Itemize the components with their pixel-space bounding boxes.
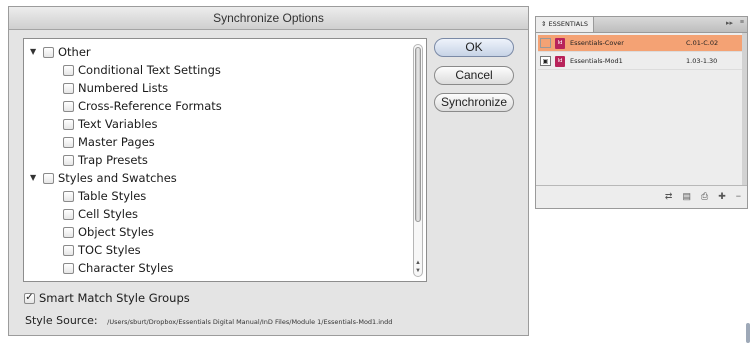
tree-item[interactable]: Object Styles xyxy=(63,223,154,241)
panel-tab-label: ESSENTIALS xyxy=(548,20,588,28)
checkbox[interactable] xyxy=(63,208,74,220)
tree-label: Numbered Lists xyxy=(78,81,169,95)
document-name: Essentials-Cover xyxy=(570,39,624,47)
scroll-up-arrow-icon[interactable]: ▲ xyxy=(414,260,422,266)
indesign-doc-icon: Id xyxy=(555,55,565,67)
scrollbar-thumb[interactable] xyxy=(415,47,421,222)
checkbox[interactable] xyxy=(63,262,74,274)
checkbox[interactable] xyxy=(63,190,74,202)
remove-document-icon[interactable]: − xyxy=(736,191,741,202)
tree-group-other[interactable]: ▼ Other xyxy=(30,43,91,61)
tree-label: Cell Styles xyxy=(78,207,139,221)
smart-match-checkbox[interactable]: ✓ xyxy=(24,292,35,304)
checkbox[interactable] xyxy=(43,172,54,184)
disclosure-triangle-icon[interactable]: ▼ xyxy=(30,169,38,187)
checkbox[interactable] xyxy=(43,46,54,58)
tree-label: Table Styles xyxy=(78,189,147,203)
checkbox[interactable] xyxy=(63,136,74,148)
checkbox[interactable] xyxy=(63,226,74,238)
smart-match-option[interactable]: ✓ Smart Match Style Groups xyxy=(24,291,190,305)
tree-item[interactable]: Table Styles xyxy=(63,187,146,205)
print-book-icon[interactable]: ⎙ xyxy=(701,191,708,202)
smart-match-label: Smart Match Style Groups xyxy=(39,291,190,305)
ok-button[interactable]: OK xyxy=(434,38,514,57)
checkbox[interactable] xyxy=(63,244,74,256)
book-document-row[interactable]: Id Essentials-Cover C.01-C.02 xyxy=(538,35,745,52)
tree-item[interactable]: Numbered Lists xyxy=(63,79,168,97)
synchronize-button[interactable]: Synchronize xyxy=(434,93,514,112)
book-panel: ⇕ ESSENTIALS ▸▸ ≡ Id Essentials-Cover C.… xyxy=(535,16,748,209)
tree-label: Conditional Text Settings xyxy=(78,63,221,77)
tree-label: Object Styles xyxy=(78,225,154,239)
style-source-label: Style Source: xyxy=(25,314,98,327)
tree-label: TOC Styles xyxy=(78,243,141,257)
synchronize-options-dialog: Synchronize Options ▼ Other Conditional … xyxy=(8,6,529,336)
disclosure-triangle-icon[interactable]: ▼ xyxy=(30,43,38,61)
checkbox[interactable] xyxy=(63,100,74,112)
checkbox[interactable] xyxy=(63,154,74,166)
cancel-button[interactable]: Cancel xyxy=(434,66,514,85)
synchronize-styles-icon[interactable]: ⇄ xyxy=(665,191,673,202)
checkbox[interactable] xyxy=(63,64,74,76)
list-scrollbar[interactable]: ▲ ▼ xyxy=(413,44,423,277)
scroll-down-arrow-icon[interactable]: ▼ xyxy=(414,268,422,274)
tree-label: Master Pages xyxy=(78,135,155,149)
tree-item[interactable]: Master Pages xyxy=(63,133,155,151)
tree-label: Styles and Swatches xyxy=(58,171,177,185)
tree-item[interactable]: Character Styles xyxy=(63,259,173,277)
save-book-icon[interactable]: ▤ xyxy=(682,191,691,202)
add-document-icon[interactable]: ✚ xyxy=(718,191,726,202)
style-source-indicator[interactable]: ▣ xyxy=(540,56,551,66)
tree-label: Text Variables xyxy=(78,117,158,131)
dialog-title: Synchronize Options xyxy=(9,7,528,30)
window-edge xyxy=(746,323,750,343)
tree-item[interactable]: Trap Presets xyxy=(63,151,148,169)
tree-item[interactable]: Cell Styles xyxy=(63,205,138,223)
tree-label: Other xyxy=(58,45,91,59)
style-source-path: /Users/sburt/Dropbox/Essentials Digital … xyxy=(107,318,393,326)
tree-item[interactable]: TOC Styles xyxy=(63,241,141,259)
panel-footer: ⇄ ▤ ⎙ ✚ − xyxy=(536,185,747,208)
style-source: Style Source: /Users/sburt/Dropbox/Essen… xyxy=(25,314,392,327)
book-document-row[interactable]: ▣ Id Essentials-Mod1 1.03-1.30 xyxy=(538,53,745,70)
document-pages: C.01-C.02 xyxy=(686,39,719,47)
panel-tab-essentials[interactable]: ⇕ ESSENTIALS xyxy=(536,17,594,32)
collapse-panel-icon[interactable]: ▸▸ xyxy=(726,19,733,27)
document-name: Essentials-Mod1 xyxy=(570,57,623,65)
panel-menu-icon[interactable]: ≡ xyxy=(740,19,744,26)
indesign-doc-icon: Id xyxy=(555,37,565,49)
checkbox[interactable] xyxy=(63,82,74,94)
panel-tab-bar: ⇕ ESSENTIALS ▸▸ ≡ xyxy=(536,17,747,33)
tree-item[interactable]: Cross-Reference Formats xyxy=(63,97,222,115)
tree-label: Character Styles xyxy=(78,261,174,275)
style-source-indicator[interactable] xyxy=(540,38,551,48)
checkbox[interactable] xyxy=(63,118,74,130)
tree-item[interactable]: Text Variables xyxy=(63,115,157,133)
tree-item[interactable]: Conditional Text Settings xyxy=(63,61,221,79)
tree-group-styles[interactable]: ▼ Styles and Swatches xyxy=(30,169,177,187)
sync-options-list[interactable]: ▼ Other Conditional Text Settings Number… xyxy=(23,38,427,282)
tree-label: Trap Presets xyxy=(78,153,148,167)
tree-label: Cross-Reference Formats xyxy=(78,99,222,113)
panel-tab-arrows-icon: ⇕ xyxy=(541,20,547,28)
panel-scrollbar[interactable] xyxy=(742,33,747,187)
document-pages: 1.03-1.30 xyxy=(686,57,718,65)
